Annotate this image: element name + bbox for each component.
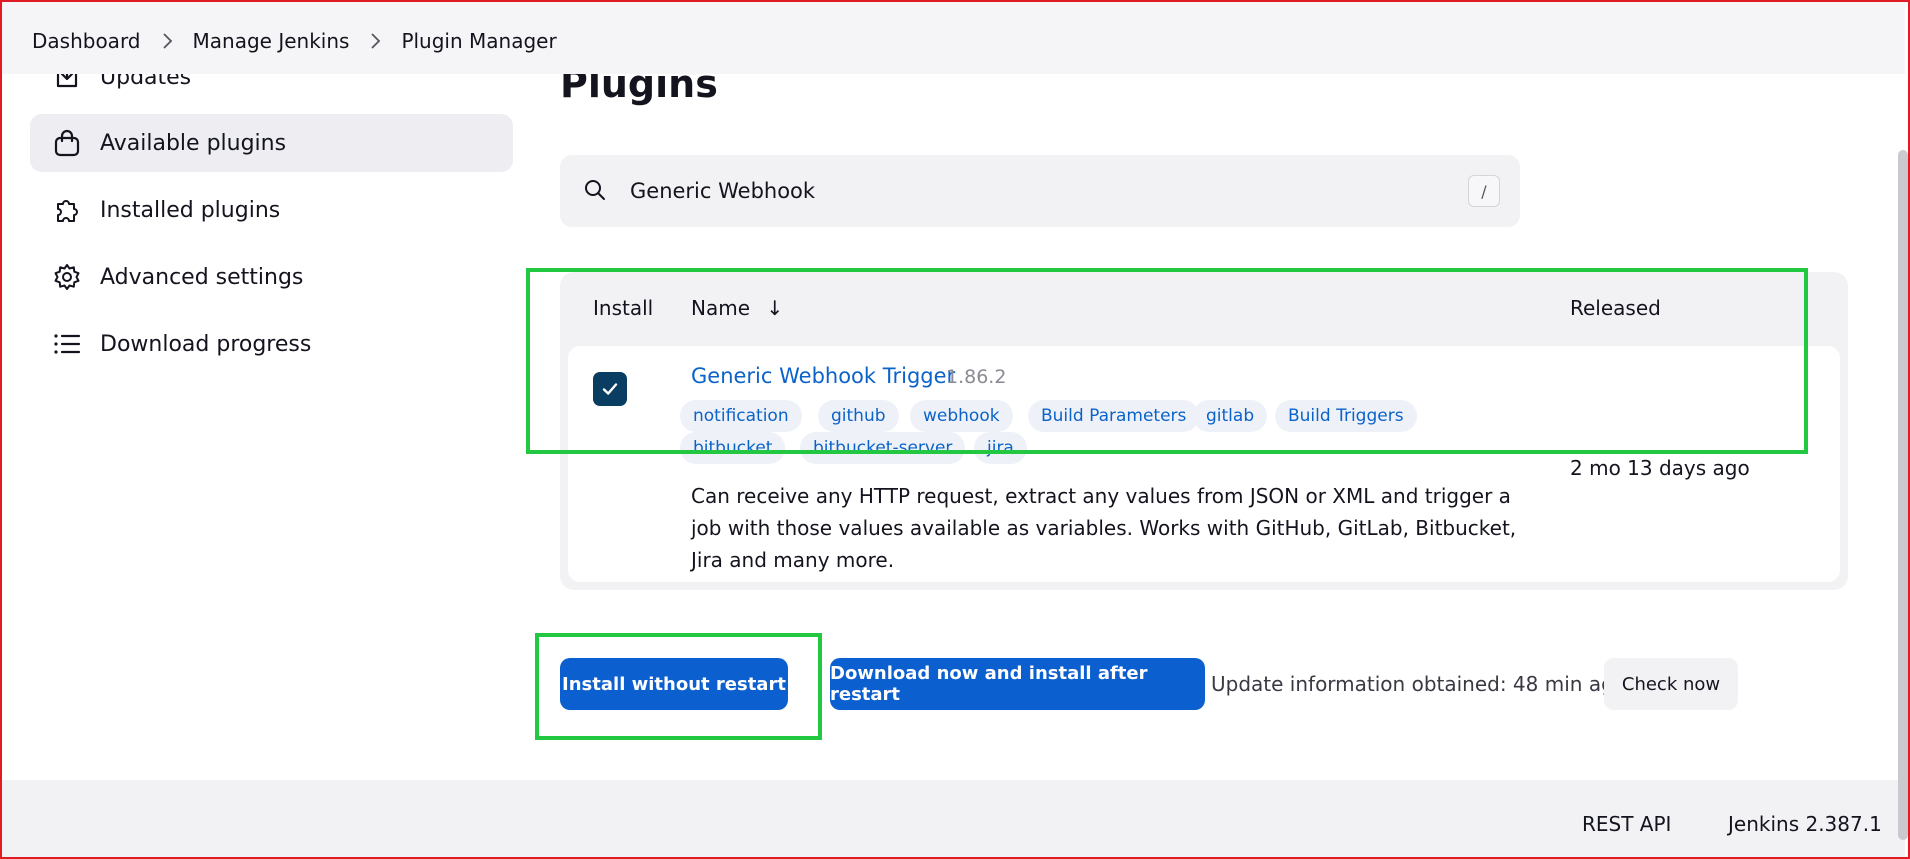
plugin-description: Can receive any HTTP request, extract an… xyxy=(691,484,1517,572)
sidebar-item-label: Download progress xyxy=(100,331,312,357)
column-header-install: Install xyxy=(593,296,654,320)
tag-jira[interactable]: jira xyxy=(974,432,1027,464)
sidebar-item-installed-plugins[interactable]: Installed plugins xyxy=(30,181,513,239)
keyboard-shortcut-hint: / xyxy=(1468,175,1500,207)
install-checkbox[interactable] xyxy=(593,372,627,406)
footer: REST API Jenkins 2.387.1 xyxy=(2,780,1905,857)
rest-api-link[interactable]: REST API xyxy=(1582,812,1671,836)
tag-notification[interactable]: notification xyxy=(680,400,802,432)
sidebar-item-label: Installed plugins xyxy=(100,197,281,223)
jenkins-version-link[interactable]: Jenkins 2.387.1 xyxy=(1728,812,1882,836)
plugin-released: 2 mo 13 days ago xyxy=(1570,456,1750,480)
breadcrumb-dashboard[interactable]: Dashboard xyxy=(32,29,141,53)
search-input[interactable] xyxy=(630,173,1410,209)
tag-bitbucket[interactable]: bitbucket xyxy=(680,432,786,464)
gear-icon xyxy=(50,260,84,294)
tag-build-triggers[interactable]: Build Triggers xyxy=(1275,400,1417,432)
plugin-name-link[interactable]: Generic Webhook Trigger xyxy=(691,364,955,388)
search-bar: / xyxy=(560,155,1520,227)
column-header-name[interactable]: Name ↓ xyxy=(691,296,783,320)
column-header-released[interactable]: Released xyxy=(1570,296,1661,320)
breadcrumb-plugin-manager[interactable]: Plugin Manager xyxy=(401,29,556,53)
chevron-right-icon xyxy=(361,32,389,50)
shopping-bag-icon xyxy=(50,126,84,160)
tag-build-parameters[interactable]: Build Parameters xyxy=(1028,400,1200,432)
puzzle-icon xyxy=(50,193,84,227)
breadcrumb: Dashboard Manage Jenkins Plugin Manager xyxy=(32,29,557,53)
plugin-version: 1.86.2 xyxy=(946,366,1007,388)
top-bar: Dashboard Manage Jenkins Plugin Manager xyxy=(2,2,1905,74)
sidebar-item-advanced-settings[interactable]: Advanced settings xyxy=(30,248,513,306)
vertical-scrollbar[interactable] xyxy=(1898,150,1908,840)
table-row: Generic Webhook Trigger 1.86.2 notificat… xyxy=(568,346,1840,582)
tag-webhook[interactable]: webhook xyxy=(910,400,1013,432)
sidebar-item-available-plugins[interactable]: Available plugins xyxy=(30,114,513,172)
checkmark-icon xyxy=(602,383,618,395)
check-now-button[interactable]: Check now xyxy=(1604,658,1738,710)
sidebar-item-label: Advanced settings xyxy=(100,264,304,290)
sidebar-item-download-progress[interactable]: Download progress xyxy=(30,315,513,373)
update-info-text: Update information obtained: 48 min ago xyxy=(1211,672,1626,696)
download-install-after-restart-button[interactable]: Download now and install after restart xyxy=(830,658,1205,710)
sidebar-item-label: Available plugins xyxy=(100,130,287,156)
search-icon xyxy=(582,177,608,207)
tag-gitlab[interactable]: gitlab xyxy=(1193,400,1268,432)
sort-arrow-icon: ↓ xyxy=(766,296,784,320)
column-header-name-label: Name xyxy=(691,296,751,320)
tag-github[interactable]: github xyxy=(818,400,899,432)
install-without-restart-button[interactable]: Install without restart xyxy=(560,658,788,710)
tag-bitbucket-server[interactable]: bitbucket-server xyxy=(800,432,966,464)
breadcrumb-manage-jenkins[interactable]: Manage Jenkins xyxy=(193,29,350,53)
plugins-table: Install Name ↓ Released Generic Webhook … xyxy=(560,272,1848,590)
chevron-right-icon xyxy=(153,32,181,50)
list-icon xyxy=(50,327,84,361)
